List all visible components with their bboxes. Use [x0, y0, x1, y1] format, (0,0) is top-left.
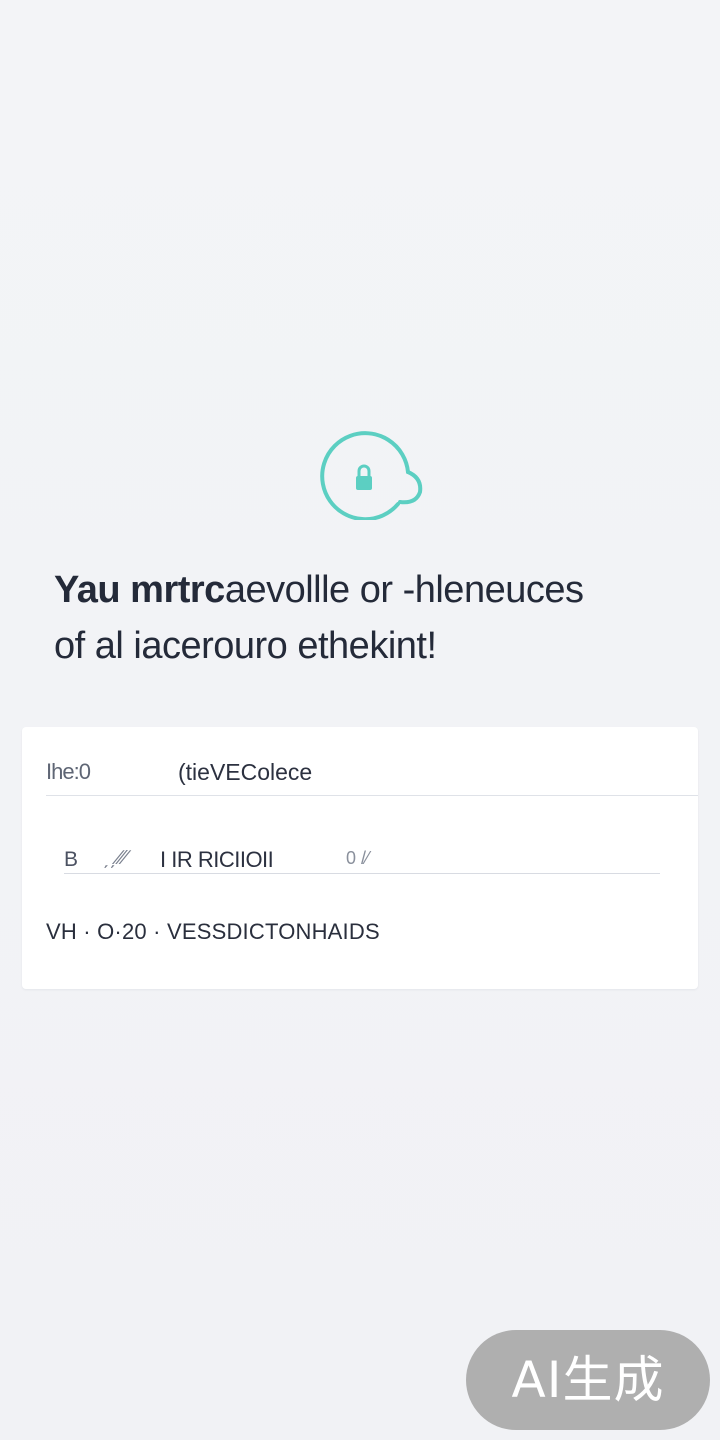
page-headline: Yau mrtrcaevollle or -hleneuces of al iac… — [54, 562, 674, 674]
input-row[interactable]: B ˏˏ∕⁄∕ I IR RICIIOII 0 /⁄ — [64, 845, 660, 874]
detail-row[interactable]: Ihe:0 (tieVEColece — [46, 757, 698, 796]
detail-row-label: Ihe:0 — [46, 759, 91, 784]
row-tag: 0 /⁄ — [346, 848, 370, 868]
lock-icon — [320, 431, 423, 520]
lock-badge — [316, 428, 424, 520]
row-text: I IR RICIIOII — [160, 847, 274, 872]
headline-line2: of al iacerouro ethekint! — [54, 625, 437, 667]
details-card: Ihe:0 (tieVEColece B ˏˏ∕⁄∕ I IR RICIIOII… — [22, 727, 698, 989]
ai-watermark-badge: AI生成 — [466, 1330, 710, 1430]
row-mark: ˏˏ∕⁄∕ — [104, 847, 128, 869]
detail-row-value: (tieVEColece — [178, 759, 313, 785]
headline-bold: Yau mrtrc — [54, 569, 225, 611]
row-icon: B — [64, 848, 79, 871]
version-line: VH · O·20 · VESSDICTONHAIDS — [46, 919, 380, 944]
headline-line1-rest: aevollle or -hleneuces — [224, 569, 584, 611]
